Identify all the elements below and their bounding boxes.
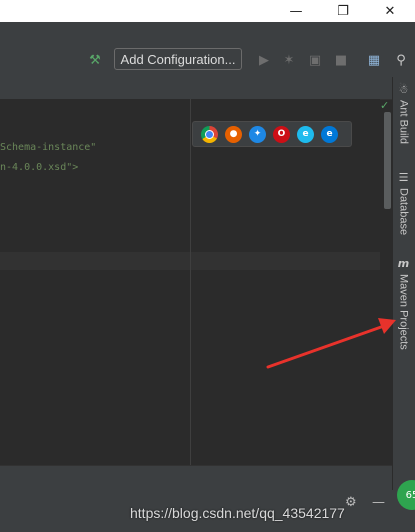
minimize-button[interactable]: — <box>276 0 316 22</box>
ant-build-label: Ant Build <box>397 100 410 145</box>
stop-icon[interactable]: ■ <box>333 52 349 68</box>
coverage-icon[interactable]: ▣ <box>307 52 323 68</box>
edge-icon[interactable]: e <box>321 125 338 143</box>
project-structure-icon[interactable]: ▦ <box>366 52 382 68</box>
vertical-scrollbar[interactable] <box>384 112 391 209</box>
bottom-panel-header <box>0 465 392 491</box>
run-icon[interactable]: ▶ <box>256 52 272 68</box>
add-configuration-button[interactable]: Add Configuration... <box>114 48 242 70</box>
database-label: Database <box>397 188 410 236</box>
hide-panel-icon[interactable]: — <box>372 495 385 510</box>
ant-icon: ☃ <box>398 83 409 96</box>
maven-projects-label: Maven Projects <box>397 274 410 350</box>
open-in-browser-bar: ● ✦ O e e <box>192 121 352 147</box>
database-tab[interactable]: ☰ Database <box>392 171 415 236</box>
debug-icon[interactable]: ✶ <box>281 52 297 68</box>
database-icon: ☰ <box>398 171 409 184</box>
inspection-ok-icon: ✓ <box>380 99 390 112</box>
settings-gear-icon[interactable]: ⚙ <box>345 495 357 510</box>
safari-icon[interactable]: ✦ <box>249 125 266 143</box>
search-icon[interactable]: ⚲ <box>393 52 409 68</box>
chrome-icon[interactable] <box>201 125 218 143</box>
build-hammer-icon[interactable]: ⚒ <box>87 52 103 68</box>
editor-tab-strip <box>0 77 392 100</box>
restore-button[interactable]: ❐ <box>323 0 363 22</box>
opera-icon[interactable]: O <box>273 125 290 143</box>
code-line: n-4.0.0.xsd"> <box>0 162 79 173</box>
close-button[interactable]: ✕ <box>370 0 410 22</box>
watermark-text: https://blog.csdn.net/qq_43542177 <box>130 505 345 521</box>
window-title-bar: — ❐ ✕ <box>0 0 415 22</box>
maven-projects-tab[interactable]: m Maven Projects <box>392 258 415 350</box>
right-margin-guide <box>190 99 191 465</box>
maven-icon: m <box>397 257 410 270</box>
internet-explorer-icon[interactable]: e <box>297 125 314 143</box>
ant-build-tab[interactable]: ☃ Ant Build <box>392 83 415 145</box>
code-line: Schema-instance" <box>0 142 97 153</box>
firefox-icon[interactable]: ● <box>225 125 242 143</box>
